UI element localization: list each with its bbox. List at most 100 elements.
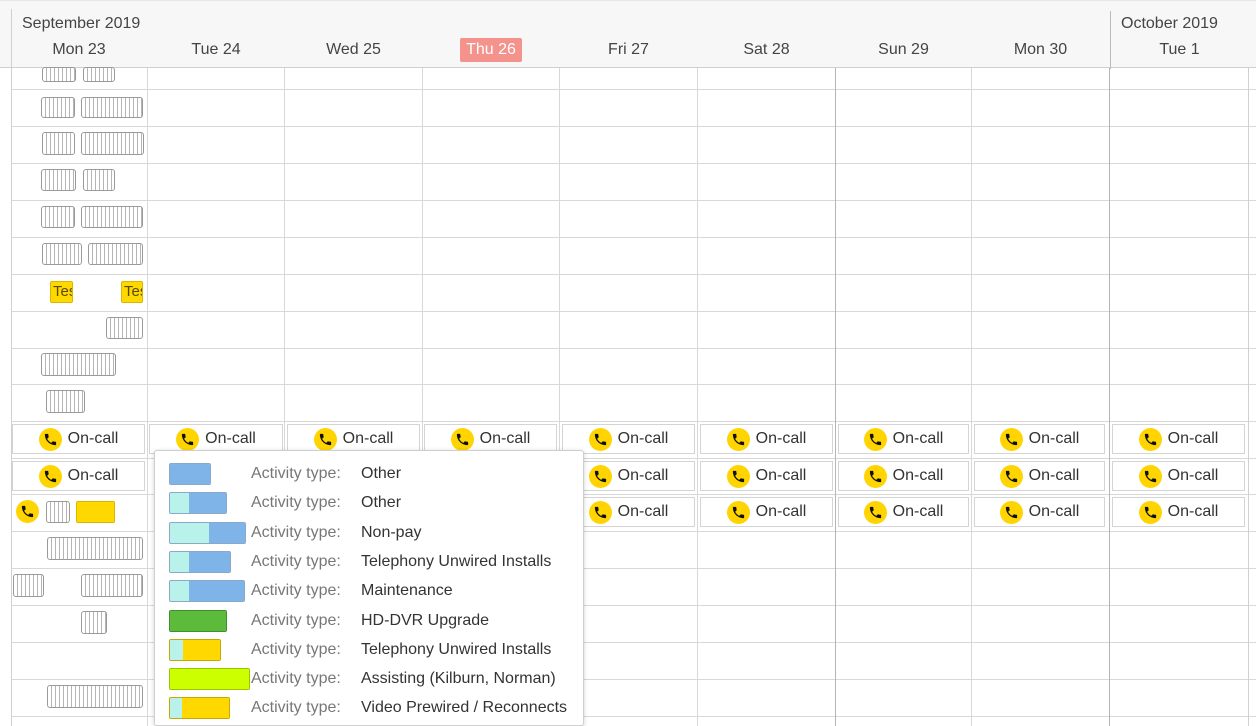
tooltip-value: Non-pay	[361, 524, 422, 541]
phone-icon	[726, 500, 750, 524]
day-header-wed-25[interactable]: Wed 25	[285, 37, 422, 63]
activity-block[interactable]	[88, 243, 143, 265]
activity-block[interactable]	[41, 97, 75, 118]
day-header-tue-1[interactable]: Tue 1	[1111, 37, 1248, 63]
day-header-label: Mon 23	[52, 41, 106, 58]
activity-block[interactable]	[13, 574, 44, 597]
activity-swatch	[169, 551, 231, 573]
oncall-event[interactable]: On-call	[838, 497, 969, 527]
tooltip-row: Activity type: Non-pay	[155, 520, 585, 546]
oncall-label: On-call	[342, 430, 394, 447]
activity-block[interactable]	[42, 132, 75, 155]
activity-block[interactable]	[81, 611, 107, 634]
activity-block[interactable]	[46, 501, 70, 523]
row-line	[11, 163, 1256, 164]
oncall-label: On-call	[755, 467, 807, 484]
tooltip-row: Activity type: Other	[155, 461, 585, 487]
activity-swatch	[169, 580, 245, 602]
tooltip-row: Activity type: HD-DVR Upgrade	[155, 608, 585, 634]
activity-tooltip: Activity type: Other Activity type: Othe…	[154, 450, 584, 726]
oncall-label: On-call	[892, 430, 944, 447]
row-line	[11, 274, 1256, 275]
column-line	[971, 68, 972, 726]
day-header-tue-24[interactable]: Tue 24	[148, 37, 284, 63]
oncall-label: On-call	[1167, 467, 1219, 484]
oncall-label: On-call	[755, 503, 807, 520]
activity-block[interactable]	[81, 132, 144, 155]
test-event[interactable]: Test	[121, 281, 143, 303]
activity-block[interactable]	[41, 169, 76, 191]
oncall-label: On-call	[617, 467, 669, 484]
tooltip-value: Video Prewired / Reconnects	[361, 699, 568, 716]
activity-block[interactable]	[41, 353, 116, 376]
oncall-event[interactable]: On-call	[838, 424, 969, 454]
phone-icon	[1138, 500, 1162, 524]
oncall-event[interactable]: On-call	[12, 461, 145, 491]
activity-block[interactable]	[81, 97, 143, 118]
yellow-event[interactable]	[76, 501, 115, 523]
day-header-mon-30[interactable]: Mon 30	[972, 37, 1109, 63]
oncall-event[interactable]: On-call	[974, 424, 1105, 454]
swatch-segment	[170, 552, 190, 572]
tooltip-label: Activity type:	[251, 524, 341, 541]
phone-icon	[38, 464, 62, 488]
oncall-label: On-call	[479, 430, 531, 447]
day-header-label: Mon 30	[1013, 41, 1068, 58]
activity-block[interactable]	[42, 243, 82, 265]
oncall-event[interactable]: On-call	[700, 424, 833, 454]
day-header-label: Wed 25	[326, 41, 381, 58]
oncall-event[interactable]: On-call	[1112, 497, 1245, 527]
oncall-event[interactable]: On-call	[974, 497, 1105, 527]
oncall-label: On-call	[67, 430, 119, 447]
phone-icon	[863, 500, 887, 524]
day-header-thu-26[interactable]: Thu 26	[423, 37, 559, 63]
phone-icon	[313, 427, 337, 451]
oncall-label: On-call	[755, 430, 807, 447]
day-header-sat-28[interactable]: Sat 28	[698, 37, 835, 63]
day-header-mon-23[interactable]: Mon 23	[11, 37, 147, 63]
activity-block[interactable]	[106, 317, 143, 339]
activity-block[interactable]	[83, 169, 115, 191]
activity-block[interactable]	[83, 67, 115, 82]
phone-icon	[726, 427, 750, 451]
tooltip-value: Other	[361, 465, 402, 482]
oncall-event[interactable]: On-call	[838, 461, 969, 491]
oncall-event[interactable]: On-call	[700, 497, 833, 527]
tooltip-row: Activity type: Other	[155, 490, 585, 516]
activity-block[interactable]	[47, 685, 143, 708]
oncall-event[interactable]: On-call	[700, 461, 833, 491]
phone-icon	[863, 464, 887, 488]
activity-block[interactable]	[81, 574, 143, 597]
row-line	[11, 384, 1256, 385]
day-header-fri-27[interactable]: Fri 27	[560, 37, 697, 63]
row-line	[11, 200, 1256, 201]
tooltip-label: Activity type:	[251, 612, 341, 629]
activity-swatch	[169, 610, 227, 632]
oncall-event[interactable]: On-call	[1112, 424, 1245, 454]
phone-icon	[588, 464, 612, 488]
activity-block[interactable]	[42, 67, 76, 82]
activity-block[interactable]	[81, 206, 143, 228]
tooltip-value: Telephony Unwired Installs	[361, 553, 552, 570]
phone-icon	[999, 464, 1023, 488]
calendar-header: September 2019 October 2019 Mon 23 Tue 2…	[0, 0, 1256, 69]
tooltip-value: Assisting (Kilburn, Norman)	[361, 670, 556, 687]
activity-block[interactable]	[41, 206, 75, 228]
oncall-event[interactable]: On-call	[974, 461, 1105, 491]
test-event[interactable]: Test	[50, 281, 73, 303]
oncall-event[interactable]: On-call	[1112, 461, 1245, 491]
tooltip-row: Activity type: Video Prewired / Reconnec…	[155, 695, 585, 721]
day-header-sun-29[interactable]: Sun 29	[836, 37, 971, 63]
oncall-label: On-call	[1167, 430, 1219, 447]
week-column-line	[835, 68, 836, 726]
phone-icon	[1138, 464, 1162, 488]
activity-block[interactable]	[46, 390, 85, 413]
activity-block[interactable]	[47, 537, 143, 560]
oncall-event[interactable]: On-call	[12, 424, 145, 454]
swatch-segment	[209, 523, 245, 543]
day-header-label: Sun 29	[878, 41, 929, 58]
swatch-segment	[170, 581, 190, 601]
column-line	[697, 68, 698, 726]
phone-icon[interactable]	[16, 500, 39, 523]
tooltip-label: Activity type:	[251, 582, 341, 599]
